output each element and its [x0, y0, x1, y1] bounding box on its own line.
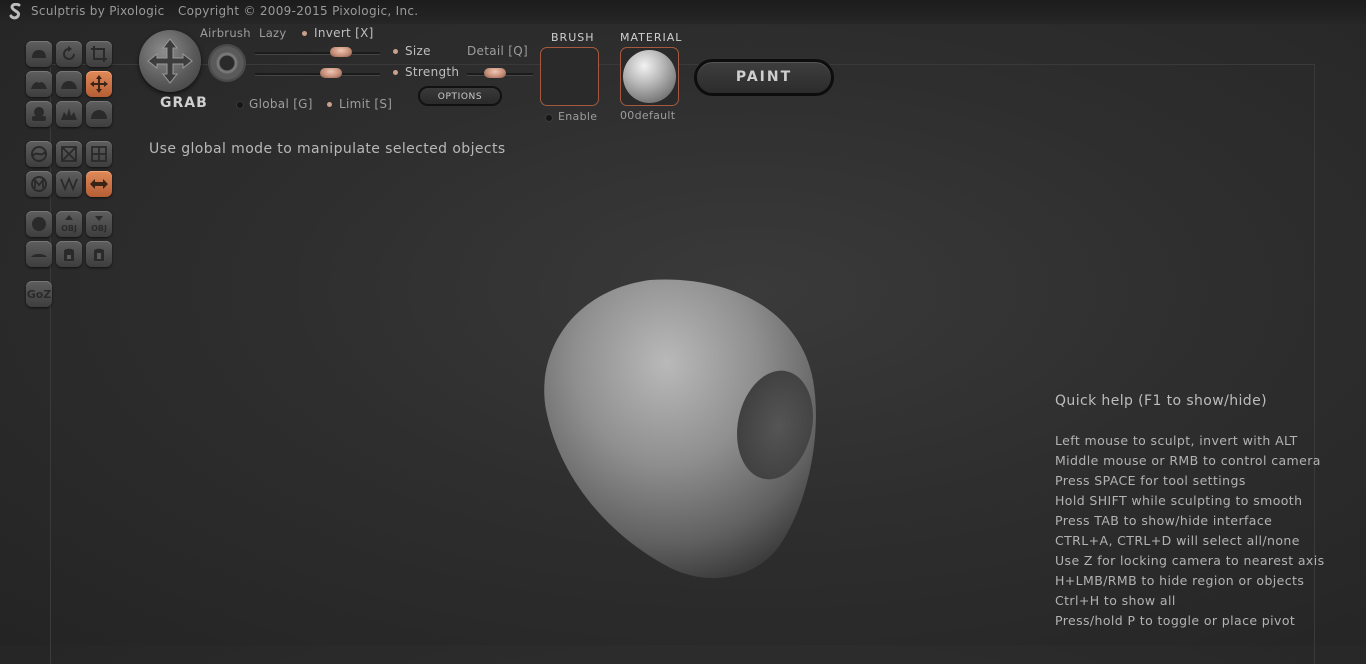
flatten-icon — [61, 81, 77, 89]
sculptris-logo-icon — [9, 3, 21, 20]
reduce-mesh-icon — [61, 146, 77, 162]
subdivide-grid-icon — [91, 146, 107, 162]
quick-help-line: Hold SHIFT while sculpting to smooth — [1055, 493, 1303, 508]
grab-move-icon — [147, 38, 193, 84]
save-file-icon — [94, 248, 104, 261]
pinch-tool-button[interactable] — [56, 101, 82, 127]
brush-title: BRUSH — [551, 31, 595, 44]
detail-label: Detail [Q] — [467, 44, 528, 58]
size-label: Size — [405, 44, 431, 58]
lazy-label: Lazy — [259, 26, 287, 40]
strength-label: Strength — [405, 65, 460, 79]
wireframe-tool-button[interactable] — [56, 171, 82, 197]
mask-m-icon — [31, 176, 47, 192]
quick-help-list: Left mouse to sculpt, invert with ALT Mi… — [1055, 432, 1325, 632]
crease-icon — [31, 82, 47, 89]
quick-help-line: CTRL+A, CTRL+D will select all/none — [1055, 533, 1300, 548]
grab-tool-button[interactable] — [86, 71, 112, 97]
wireframe-icon — [60, 176, 78, 192]
quick-help-line: Press TAB to show/hide interface — [1055, 513, 1273, 528]
smooth-icon — [91, 110, 107, 119]
import-obj-label: OBJ — [61, 224, 77, 233]
draw-icon — [32, 50, 46, 58]
import-obj-button[interactable]: OBJ — [56, 211, 82, 237]
material-sphere — [623, 50, 676, 103]
options-button[interactable]: OPTIONS — [418, 86, 502, 106]
inflate-icon — [32, 107, 46, 121]
strength-slider-track[interactable] — [255, 73, 380, 76]
limit-toggle[interactable]: Limit [S] — [339, 97, 392, 111]
global-toggle[interactable]: Global [G] — [249, 97, 313, 111]
draw-tool-button[interactable] — [26, 41, 52, 67]
size-slider-handle[interactable] — [330, 47, 352, 57]
status-message: Use global mode to manipulate selected o… — [149, 141, 506, 157]
copyright-text: Copyright © 2009-2015 Pixologic, Inc. — [178, 4, 419, 18]
current-tool-icon[interactable] — [139, 30, 201, 92]
export-obj-label: OBJ — [91, 224, 107, 233]
quick-help-line: Middle mouse or RMB to control camera — [1055, 453, 1321, 468]
mask-tool-button[interactable] — [26, 171, 52, 197]
plane-icon — [31, 254, 47, 257]
global-indicator[interactable] — [236, 101, 244, 109]
export-obj-button[interactable]: OBJ — [86, 211, 112, 237]
brush-enable-toggle[interactable]: Enable — [558, 110, 597, 123]
scale-tool-button[interactable] — [86, 41, 112, 67]
pinch-icon — [61, 108, 77, 120]
strength-slider-handle[interactable] — [320, 68, 342, 78]
current-tool-name: GRAB — [160, 95, 208, 111]
sphere-icon — [32, 217, 46, 231]
title-bar: Sculptris by Pixologic Copyright © 2009-… — [0, 0, 1366, 24]
airbrush-label: Airbrush — [200, 26, 251, 40]
quick-help-line: Press SPACE for tool settings — [1055, 473, 1246, 488]
rotate-tool-button[interactable] — [56, 41, 82, 67]
material-preview[interactable] — [620, 47, 679, 106]
quick-help-line: Press/hold P to toggle or place pivot — [1055, 613, 1296, 628]
brush-enable-indicator[interactable] — [545, 114, 553, 122]
new-sphere-button[interactable] — [26, 211, 52, 237]
move-arrows-icon — [90, 75, 108, 93]
quick-help-line: H+LMB/RMB to hide region or objects — [1055, 573, 1305, 588]
quick-help-line: Left mouse to sculpt, invert with ALT — [1055, 433, 1298, 448]
quick-help-title: Quick help (F1 to show/hide) — [1055, 393, 1267, 409]
material-name: 00default — [620, 109, 676, 122]
smooth-tool-button[interactable] — [86, 101, 112, 127]
brush-preview[interactable] — [540, 47, 599, 106]
app-title: Sculptris by Pixologic — [31, 4, 165, 18]
size-slider-track[interactable] — [255, 52, 380, 55]
symmetry-arrows-icon — [90, 179, 108, 189]
detail-slider-handle[interactable] — [484, 68, 506, 78]
goz-label: GoZ — [26, 287, 52, 301]
strength-pressure-indicator[interactable] — [393, 70, 398, 75]
crop-scale-icon — [91, 46, 107, 62]
reduce-selected-button[interactable] — [56, 141, 82, 167]
size-pressure-indicator[interactable] — [393, 49, 398, 54]
save-project-button[interactable] — [86, 241, 112, 267]
crease-tool-button[interactable] — [26, 71, 52, 97]
open-project-button[interactable] — [56, 241, 82, 267]
sculpt-model[interactable] — [530, 270, 830, 590]
invert-indicator[interactable] — [302, 31, 307, 36]
limit-indicator[interactable] — [327, 102, 332, 107]
new-plane-button[interactable] — [26, 241, 52, 267]
reduce-brush-button[interactable] — [26, 141, 52, 167]
invert-toggle[interactable]: Invert [X] — [314, 26, 374, 40]
subdivide-all-button[interactable] — [86, 141, 112, 167]
quick-help-line: Ctrl+H to show all — [1055, 593, 1176, 608]
inflate-tool-button[interactable] — [26, 101, 52, 127]
rotate-icon — [63, 46, 75, 60]
goz-button[interactable]: GoZ — [26, 281, 52, 307]
material-title: MATERIAL — [620, 31, 683, 44]
head-mesh — [544, 279, 816, 579]
open-file-icon — [64, 248, 74, 261]
quick-help-line: Use Z for locking camera to nearest axis — [1055, 553, 1325, 568]
paint-button[interactable]: PAINT — [694, 59, 834, 96]
flatten-tool-button[interactable] — [56, 71, 82, 97]
symmetry-toggle-button[interactable] — [86, 171, 112, 197]
airbrush-toggle[interactable] — [208, 44, 246, 82]
reduce-brush-icon — [31, 146, 47, 162]
